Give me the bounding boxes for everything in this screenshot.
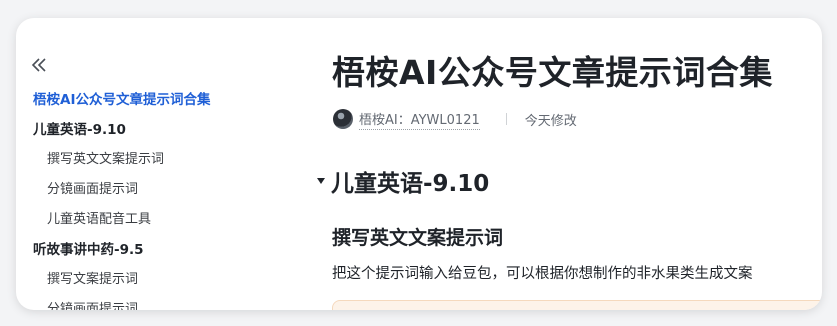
- author-name[interactable]: 梧桉AI：AYWL0121: [359, 109, 480, 130]
- callout-block: [332, 300, 822, 310]
- page-title: 梧桉AI公众号文章提示词合集: [332, 53, 773, 92]
- heading-2: 撰写英文文案提示词: [332, 227, 504, 249]
- toc-item-english-copy-prompt[interactable]: 撰写英文文案提示词: [47, 148, 164, 167]
- collapse-sidebar-button[interactable]: [30, 56, 50, 74]
- heading-1: 儿童英语-9.10: [331, 171, 490, 197]
- heading-1-row: 儿童英语-9.10: [314, 164, 489, 198]
- toc-item-storyboard-prompt[interactable]: 分镜画面提示词: [47, 178, 138, 197]
- collapse-caret-icon[interactable]: [317, 178, 325, 184]
- toc-item-copy-prompt[interactable]: 撰写文案提示词: [47, 268, 138, 287]
- toc-item-title[interactable]: 梧桉AI公众号文章提示词合集: [33, 88, 210, 108]
- toc-item-dubbing-tool[interactable]: 儿童英语配音工具: [47, 208, 151, 227]
- toc-item-children-english[interactable]: 儿童英语-9.10: [33, 118, 126, 138]
- outline-sidebar: 梧桉AI公众号文章提示词合集 儿童英语-9.10 撰写英文文案提示词 分镜画面提…: [16, 18, 296, 310]
- toc-item-chinese-medicine-story[interactable]: 听故事讲中药-9.5: [33, 238, 144, 258]
- paragraph: 把这个提示词输入给豆包，可以根据你想制作的非水果类生成文案: [332, 266, 753, 282]
- document-window: 梧桉AI公众号文章提示词合集 儿童英语-9.10 撰写英文文案提示词 分镜画面提…: [16, 18, 822, 310]
- toc-item-storyboard-prompt-2[interactable]: 分镜画面提示词: [47, 298, 138, 310]
- modified-time: 今天修改: [524, 113, 577, 129]
- meta-divider: [505, 113, 507, 125]
- document-body: 梧桉AI公众号文章提示词合集 梧桉AI：AYWL0121 今天修改 儿童英语-9…: [314, 18, 822, 310]
- document-meta: 梧桉AI：AYWL0121 今天修改: [333, 108, 577, 130]
- double-chevron-left-icon: [31, 58, 46, 72]
- avatar[interactable]: [333, 109, 353, 129]
